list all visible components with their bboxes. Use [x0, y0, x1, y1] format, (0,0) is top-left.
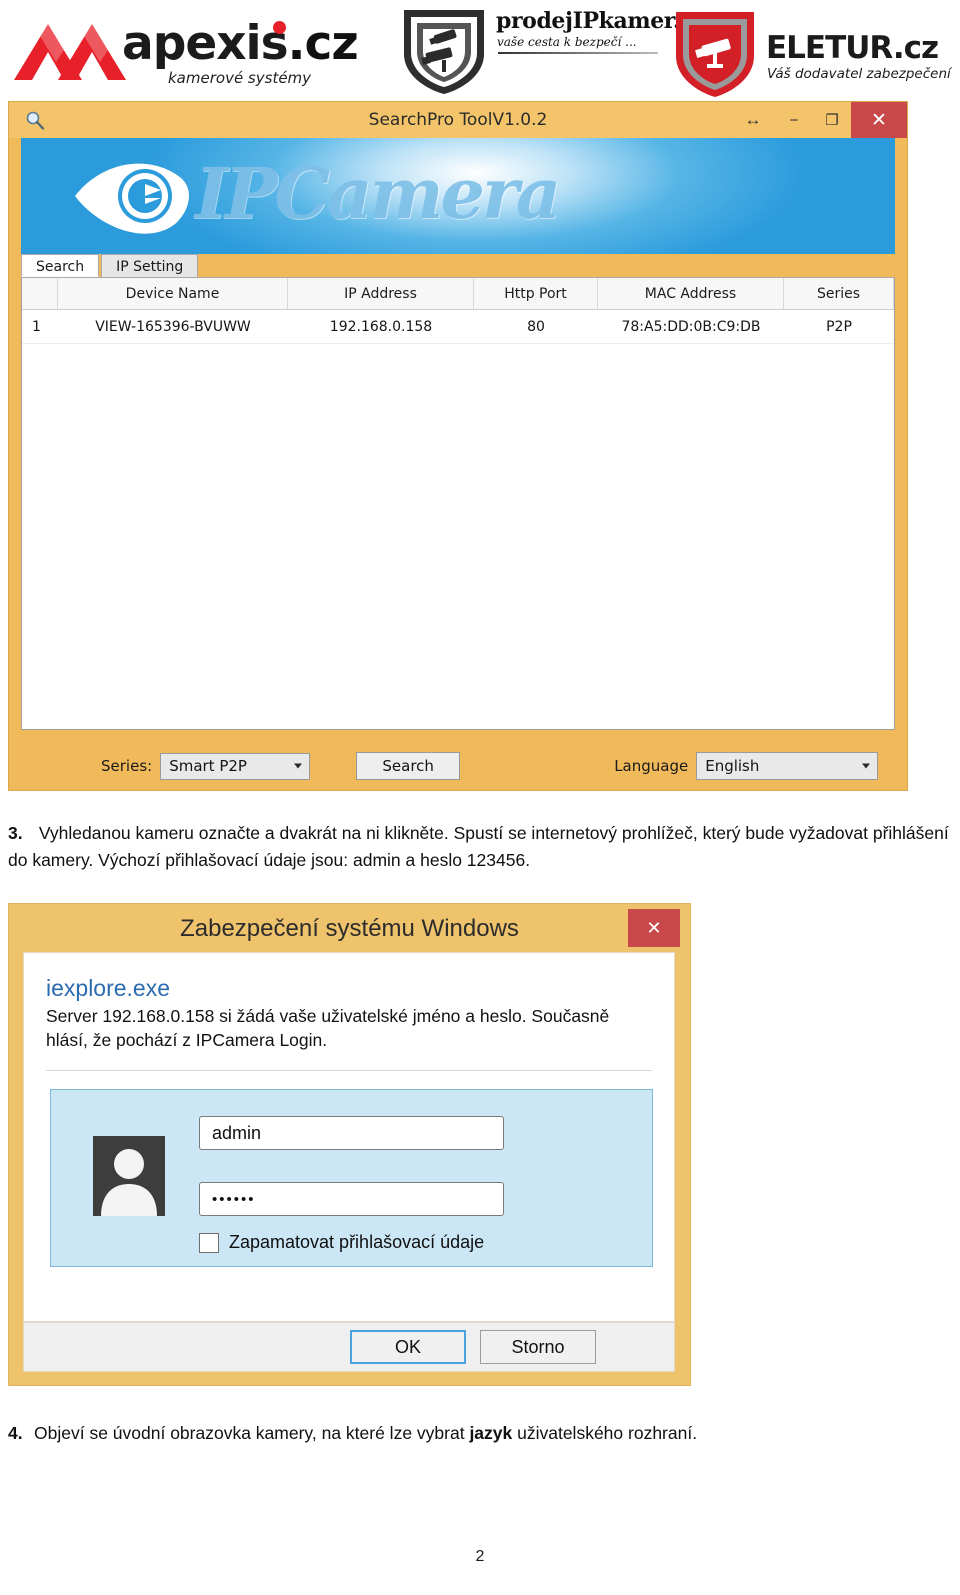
step-3-text: Vyhledanou kameru označte a dvakrát na n… — [8, 823, 949, 871]
dialog-app-name: iexplore.exe — [46, 975, 171, 1001]
maximize-button[interactable]: ❐ — [813, 102, 851, 138]
searchpro-window: SearchPro ToolV1.0.2 ↔ − ❐ ✕ IPCamera Se… — [8, 101, 908, 791]
cell-mac-address: 78:A5:DD:0B:C9:DB — [621, 318, 761, 335]
cell-device-name: VIEW-165396-BVUWW — [95, 318, 251, 335]
cell-series: P2P — [826, 318, 852, 335]
eletur-shield-icon — [676, 12, 754, 97]
apexis-red-dot — [273, 21, 286, 34]
password-field[interactable]: •••••• — [199, 1182, 504, 1217]
prodej-underline — [498, 52, 658, 54]
column-header-index[interactable] — [22, 278, 58, 309]
cell-ip-address: 192.168.0.158 — [329, 318, 433, 335]
tab-search[interactable]: Search — [21, 254, 100, 277]
eletur-title: ELETUR.cz — [766, 30, 939, 66]
step-3-number: 3. — [8, 823, 23, 843]
logo-prodejipkamer: prodejIPkamer.cz vaše cesta k bezpečí ..… — [398, 2, 706, 98]
apexis-wordmark: apexis.cz kamerové systémy — [122, 16, 359, 87]
divider — [46, 1070, 652, 1072]
searchpro-titlebar: SearchPro ToolV1.0.2 ↔ − ❐ ✕ — [9, 102, 907, 138]
header-logo-band: apexis.cz kamerové systémy prodejIPkamer… — [0, 0, 960, 100]
tab-ip-setting[interactable]: IP Setting — [101, 254, 199, 277]
series-select-value: Smart P2P — [169, 757, 247, 775]
windows-security-dialog: Zabezpečení systému Windows ✕ iexplore.e… — [8, 903, 691, 1386]
page-number: 2 — [475, 1548, 485, 1565]
eletur-tagline: Váš dodavatel zabezpečení — [767, 66, 951, 82]
prodej-tagline: vaše cesta k bezpečí ... — [497, 35, 637, 49]
searchpro-window-controls: ↔ − ❐ ✕ — [731, 102, 907, 138]
step-4-number: 4. — [8, 1423, 23, 1443]
chevron-down-icon — [294, 763, 303, 769]
dialog-titlebar: Zabezpečení systému Windows ✕ — [9, 904, 690, 954]
logo-eletur: ELETUR.cz Váš dodavatel zabezpečení — [672, 8, 952, 100]
language-label: Language — [614, 757, 689, 775]
cell-http-port: 80 — [527, 318, 545, 335]
language-select[interactable]: English — [696, 752, 879, 780]
series-label: Series: — [101, 757, 153, 775]
device-table-header: Device Name IP Address Http Port MAC Add… — [22, 278, 894, 310]
step-3: 3. Vyhledanou kameru označte a dvakrát n… — [8, 820, 952, 874]
banner-wordmark: IPCamera — [195, 152, 561, 235]
device-table: Device Name IP Address Http Port MAC Add… — [21, 277, 895, 730]
apexis-tagline: kamerové systémy — [168, 69, 312, 87]
dialog-footer: OK Storno — [23, 1322, 675, 1372]
dialog-message: Server 192.168.0.158 si žádá vaše uživat… — [46, 1006, 610, 1050]
step-4: 4. Objeví se úvodní obrazovka kamery, na … — [8, 1420, 952, 1447]
ipcamera-eye-icon — [75, 163, 189, 234]
cell-index: 1 — [32, 318, 41, 335]
remember-credentials-label: Zapamatovat přihlašovací údaje — [229, 1232, 485, 1253]
apexis-mountain-icon — [14, 24, 126, 80]
ok-button[interactable]: OK — [350, 1330, 466, 1364]
username-field[interactable]: admin — [199, 1116, 504, 1151]
chevron-down-icon — [862, 763, 871, 769]
searchpro-banner: IPCamera — [21, 138, 895, 254]
table-row[interactable]: 1 VIEW-165396-BVUWW 192.168.0.158 80 78:… — [22, 310, 894, 344]
searchpro-bottom-bar: Series: Smart P2P Search Language Englis… — [21, 740, 895, 792]
column-header-http-port[interactable]: Http Port — [474, 278, 598, 309]
column-header-device-name[interactable]: Device Name — [58, 278, 288, 309]
username-value: admin — [212, 1122, 262, 1143]
dialog-title: Zabezpečení systému Windows — [180, 915, 519, 942]
column-header-mac-address[interactable]: MAC Address — [598, 278, 784, 309]
search-icon[interactable] — [25, 110, 45, 130]
cancel-button[interactable]: Storno — [480, 1330, 596, 1364]
tab-ip-setting-label: IP Setting — [116, 259, 184, 275]
tab-search-label: Search — [36, 258, 85, 275]
search-button[interactable]: Search — [356, 752, 461, 780]
column-header-series[interactable]: Series — [784, 278, 894, 309]
remember-credentials-checkbox[interactable] — [199, 1232, 219, 1253]
password-value: •••••• — [212, 1190, 256, 1208]
column-header-ip-address[interactable]: IP Address — [288, 278, 474, 309]
step-4-text-before: Objeví se úvodní obrazovka kamery, na kt… — [34, 1423, 470, 1443]
minimize-button[interactable]: − — [775, 102, 813, 138]
shield-camera-icon — [404, 10, 484, 94]
credential-box: admin •••••• Zapamatovat přihlašovací úd… — [50, 1089, 653, 1268]
close-icon[interactable]: ✕ — [628, 909, 680, 947]
series-select[interactable]: Smart P2P — [160, 752, 311, 780]
step-4-text-after: uživatelského rozhraní. — [512, 1423, 698, 1443]
remember-credentials-row[interactable]: Zapamatovat přihlašovací údaje — [199, 1232, 484, 1253]
logo-apexis: apexis.cz kamerové systémy — [14, 12, 364, 94]
resize-icon[interactable]: ↔ — [731, 102, 775, 138]
close-button[interactable]: ✕ — [851, 102, 907, 138]
language-select-value: English — [705, 757, 760, 775]
dialog-body: iexplore.exe Server 192.168.0.158 si žád… — [23, 952, 675, 1322]
avatar — [93, 1136, 165, 1217]
searchpro-tabs: Search IP Setting — [21, 254, 895, 277]
step-4-bold-word: jazyk — [469, 1423, 513, 1443]
apexis-brand-text: apexis.cz — [122, 16, 359, 71]
